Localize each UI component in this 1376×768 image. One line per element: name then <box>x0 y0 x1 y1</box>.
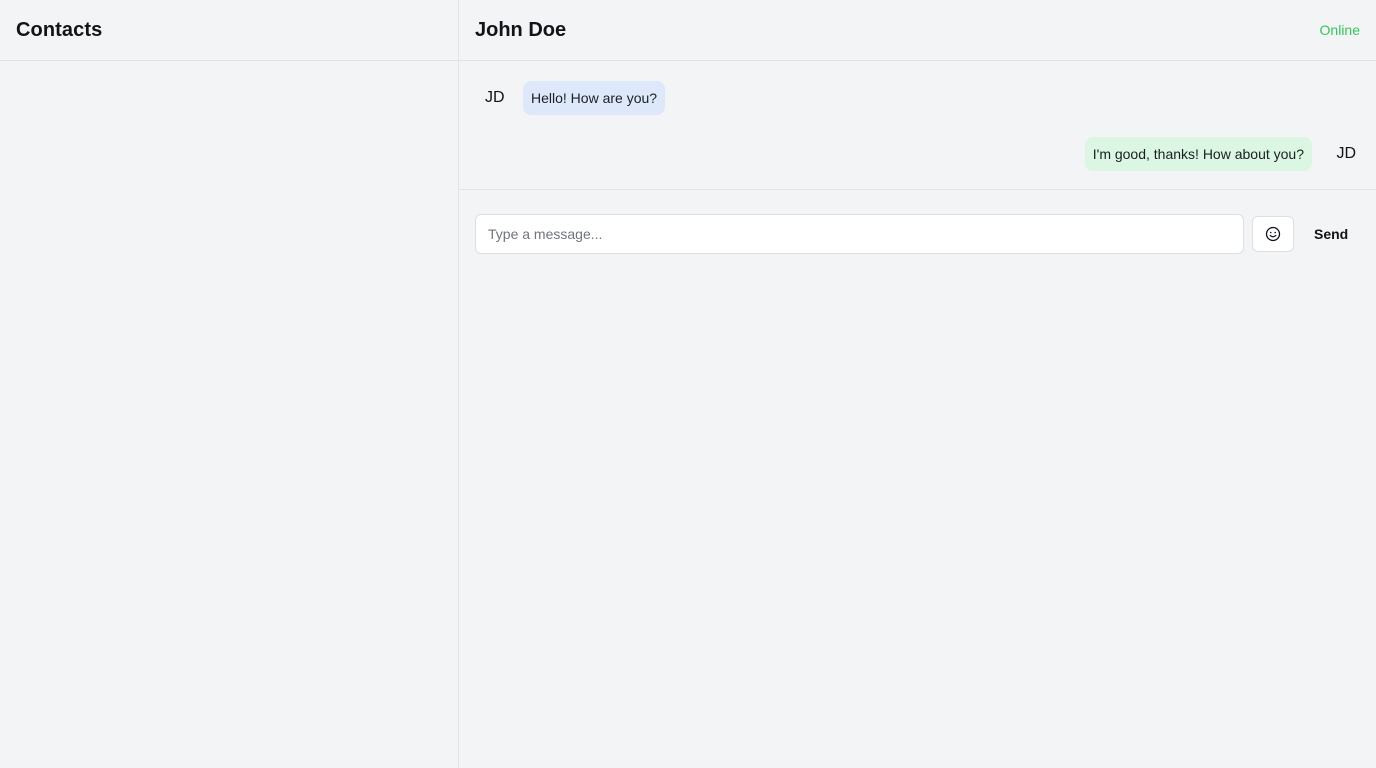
avatar: JD <box>1336 145 1356 162</box>
message-input[interactable] <box>475 214 1244 254</box>
contacts-list <box>0 61 458 768</box>
smiley-icon <box>1265 226 1281 242</box>
message-bubble-incoming: Hello! How are you? <box>523 81 666 115</box>
send-button[interactable]: Send <box>1304 216 1358 252</box>
chat-header: John Doe Online <box>459 0 1376 61</box>
contact-name: John Doe <box>475 18 567 41</box>
chat-panel: John Doe Online JD Hello! How are you? I… <box>459 0 1376 768</box>
avatar: JD <box>485 89 505 106</box>
contacts-sidebar: Contacts <box>0 0 459 768</box>
message-row-incoming: JD Hello! How are you? <box>475 81 666 115</box>
sidebar-header: Contacts <box>0 0 458 61</box>
status-indicator: Online <box>1319 22 1360 38</box>
message-row-outgoing: I'm good, thanks! How about you? JD <box>1084 137 1360 171</box>
chat-app: Contacts John Doe Online JD Hello! How a… <box>0 0 1376 768</box>
sidebar-title: Contacts <box>16 18 103 41</box>
message-bubble-outgoing: I'm good, thanks! How about you? <box>1084 137 1312 171</box>
emoji-button[interactable] <box>1252 216 1294 252</box>
message-composer: Send <box>459 190 1376 262</box>
message-list: JD Hello! How are you? I'm good, thanks!… <box>459 61 1376 190</box>
